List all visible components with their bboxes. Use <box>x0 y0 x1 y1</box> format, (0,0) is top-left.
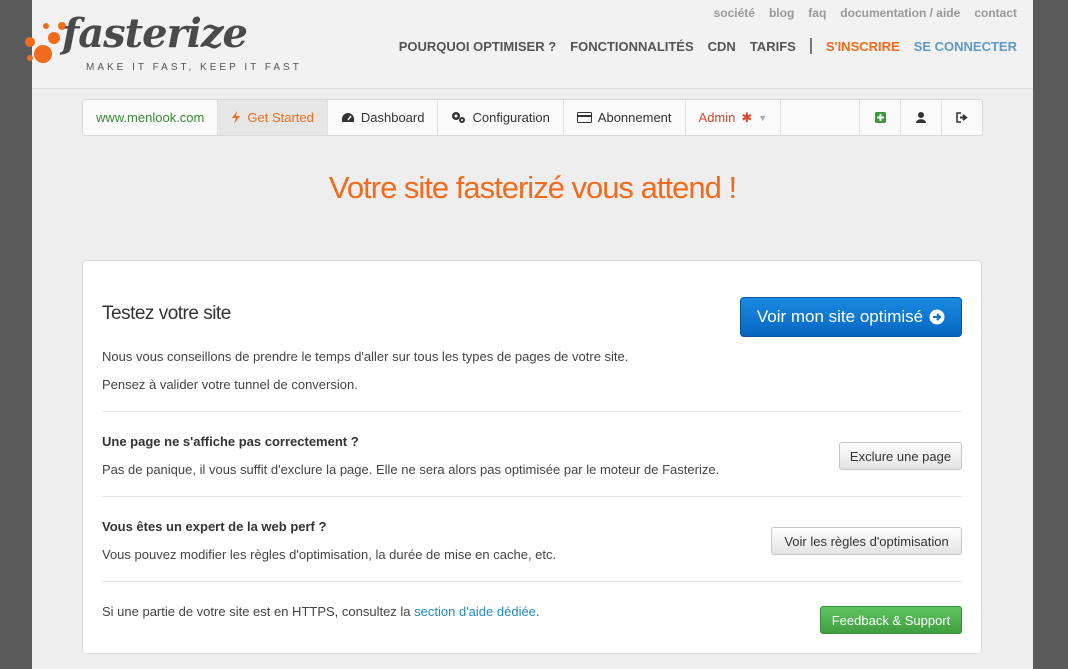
top-link-societe[interactable]: société <box>714 6 755 20</box>
exclude-heading: Une page ne s'affiche pas correctement ? <box>102 434 359 449</box>
https-text: Si une partie de votre site est en HTTPS… <box>102 604 540 619</box>
exclude-text: Pas de panique, il vous suffit d'exclure… <box>102 462 720 477</box>
site-header: fasterize MAKE IT FAST, KEEP IT FAST soc… <box>25 0 1033 89</box>
top-link-contact[interactable]: contact <box>974 6 1017 20</box>
test-text-1: Nous vous conseillons de prendre le temp… <box>102 349 629 364</box>
nav-fonctionnalites[interactable]: FONCTIONNALITÉS <box>570 39 694 54</box>
nav-tarifs[interactable]: TARIFS <box>750 39 796 54</box>
getting-started-card: Testez votre site Voir mon site optimisé… <box>82 260 982 654</box>
nav-signup[interactable]: S'INSCRIRE <box>826 39 900 54</box>
tab-abonnement-label: Abonnement <box>597 110 672 125</box>
feedback-support-button[interactable]: Feedback & Support <box>820 606 962 634</box>
logo-dots-icon <box>25 22 66 63</box>
top-link-documentation[interactable]: documentation / aide <box>840 6 960 20</box>
view-optimized-site-button[interactable]: Voir mon site optimisé <box>740 297 962 337</box>
top-link-faq[interactable]: faq <box>808 6 826 20</box>
test-text-2: Pensez à valider votre tunnel de convers… <box>102 377 358 392</box>
divider <box>102 411 962 412</box>
add-site-button[interactable] <box>860 100 901 135</box>
user-icon <box>916 112 926 123</box>
user-profile-button[interactable] <box>901 100 942 135</box>
bolt-icon <box>232 111 241 124</box>
tab-abonnement[interactable]: Abonnement <box>564 100 686 135</box>
tab-configuration[interactable]: Configuration <box>438 100 564 135</box>
main-nav: POURQUOI OPTIMISER ? FONCTIONNALITÉS CDN… <box>399 38 1017 54</box>
test-heading: Testez votre site <box>102 303 231 324</box>
asterisk-icon: ✱ <box>741 109 753 125</box>
help-section-link[interactable]: section d'aide dédiée <box>414 604 536 619</box>
divider <box>102 496 962 497</box>
divider <box>102 581 962 582</box>
tab-dashboard-label: Dashboard <box>360 110 425 125</box>
expert-heading: Vous êtes un expert de la web perf ? <box>102 519 327 534</box>
site-name-link[interactable]: www.menlook.com <box>83 100 219 135</box>
tab-configuration-label: Configuration <box>472 110 550 125</box>
credit-card-icon <box>576 112 592 123</box>
navbar-spacer <box>781 100 860 135</box>
caret-down-icon: ▼ <box>758 112 768 123</box>
logout-button[interactable] <box>942 100 982 135</box>
nav-login[interactable]: SE CONNECTER <box>914 39 1017 54</box>
https-text-after: . <box>535 604 540 619</box>
site-name: www.menlook.com <box>96 110 205 125</box>
logo-tagline: MAKE IT FAST, KEEP IT FAST <box>86 62 302 73</box>
exclude-page-button[interactable]: Exclure une page <box>839 442 962 470</box>
arrow-circle-right-icon <box>929 309 945 325</box>
tab-admin[interactable]: Admin ✱ ▼ <box>686 100 782 135</box>
top-link-blog[interactable]: blog <box>769 6 794 20</box>
view-optimized-site-label: Voir mon site optimisé <box>756 307 924 326</box>
tab-dashboard[interactable]: Dashboard <box>328 100 439 135</box>
app-navbar: www.menlook.com Get Started Dashboard Co… <box>82 99 983 136</box>
page: fasterize MAKE IT FAST, KEEP IT FAST soc… <box>25 0 1033 669</box>
dashboard-icon <box>341 112 354 122</box>
top-links: société blog faq documentation / aide co… <box>714 6 1017 20</box>
gears-icon <box>452 112 466 123</box>
tab-get-started-label: Get Started <box>247 110 314 125</box>
sign-out-icon <box>956 112 968 123</box>
nav-divider <box>809 38 812 54</box>
plus-square-icon <box>874 112 886 123</box>
tab-admin-label: Admin <box>698 110 736 125</box>
nav-cdn[interactable]: CDN <box>708 39 736 54</box>
logo-text[interactable]: fasterize <box>62 10 248 57</box>
https-text-before: Si une partie de votre site est en HTTPS… <box>102 604 411 619</box>
expert-text: Vous pouvez modifier les règles d'optimi… <box>102 547 557 562</box>
page-title: Votre site fasterizé vous attend ! <box>328 170 737 205</box>
optimization-rules-button[interactable]: Voir les règles d'optimisation <box>771 527 962 555</box>
nav-pourquoi[interactable]: POURQUOI OPTIMISER ? <box>399 39 556 54</box>
tab-get-started[interactable]: Get Started <box>218 100 328 135</box>
